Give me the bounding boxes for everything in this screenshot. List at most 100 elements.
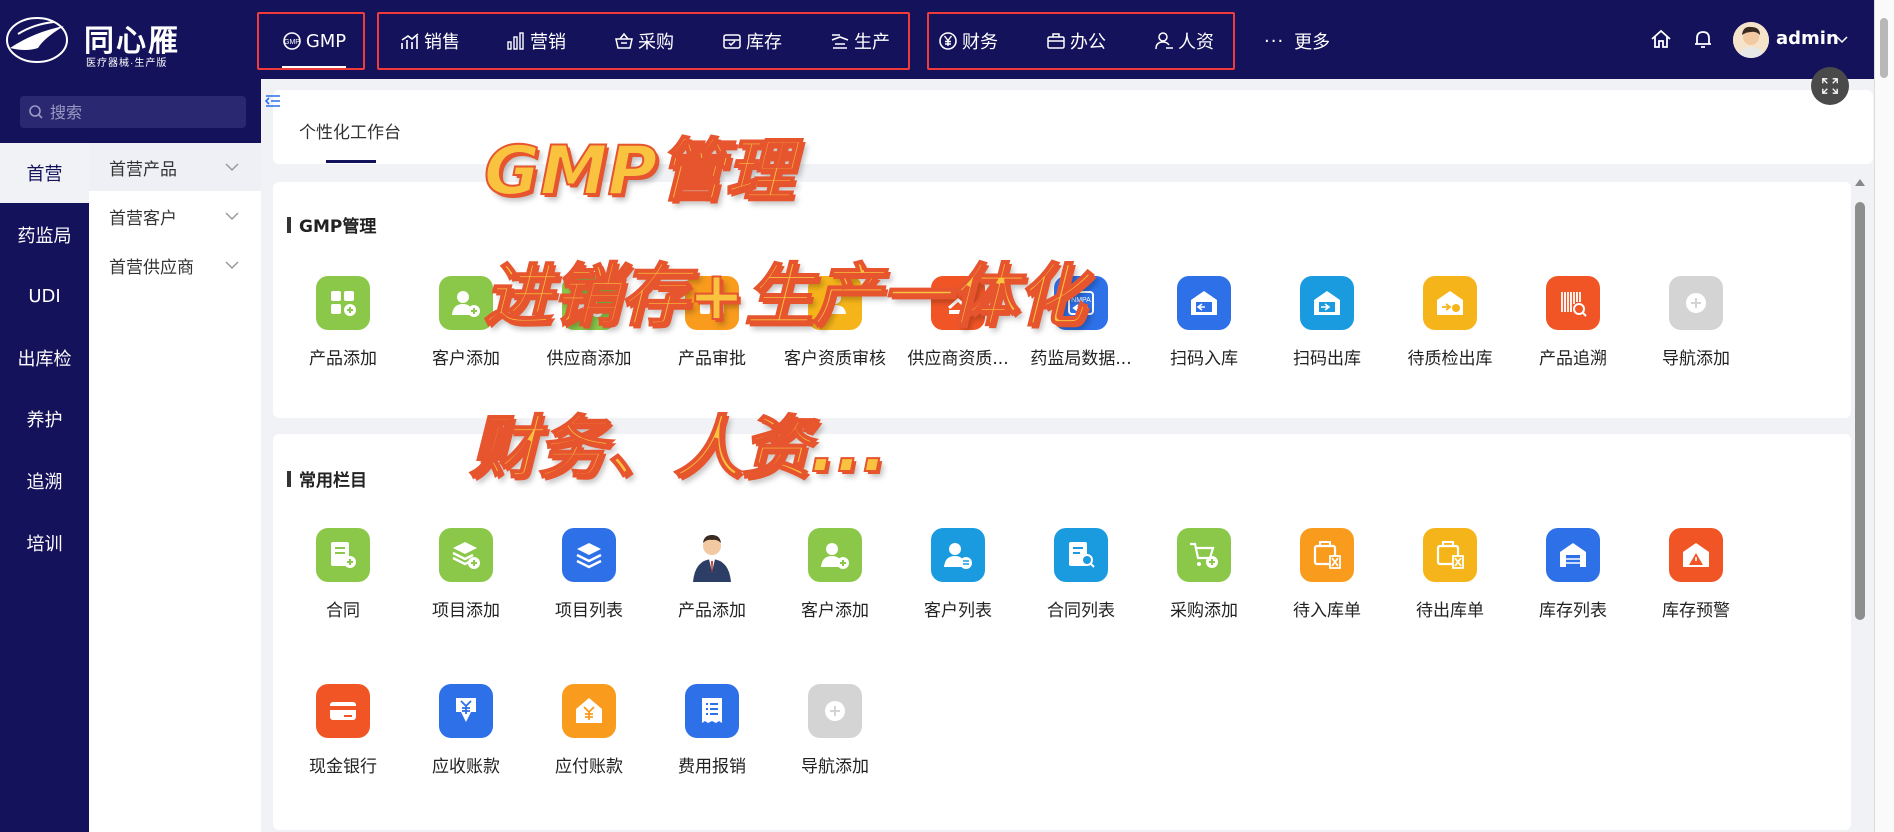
tile-accounts-receivable[interactable]: 应收账款 xyxy=(404,684,528,794)
topnav-label: 办公 xyxy=(1070,32,1106,53)
leftnav-item-outbound-check[interactable]: 出库检 xyxy=(0,328,89,388)
tile-nav-add[interactable]: 导航添加 xyxy=(1634,276,1758,386)
warehouse-icon xyxy=(1560,543,1586,567)
leftnav-item-first-camp[interactable]: 首营 xyxy=(0,143,89,203)
topnav-label: 财务 xyxy=(962,32,998,53)
ellipsis-icon: ··· xyxy=(1264,30,1285,52)
tile-pending-inbound[interactable]: 待入库单 xyxy=(1265,528,1389,638)
contract-icon xyxy=(331,542,356,568)
tile-accounts-payable[interactable]: 应付账款 xyxy=(527,684,651,794)
topnav-production[interactable]: 生产 xyxy=(830,20,890,62)
subnav-item-first-customer[interactable]: 首营客户 xyxy=(89,192,261,240)
topnav-label: 生产 xyxy=(854,32,890,53)
page-scroll-thumb[interactable] xyxy=(1880,18,1888,78)
subnav-item-first-supplier[interactable]: 首营供应商 xyxy=(89,241,261,289)
layers-add-icon xyxy=(452,542,480,569)
collapse-sidebar-icon[interactable] xyxy=(265,94,281,108)
tile-cash-bank[interactable]: 现金银行 xyxy=(281,684,405,794)
topnav-purchase[interactable]: 采购 xyxy=(614,20,674,62)
tile-pending-outbound[interactable]: 待出库单 xyxy=(1388,528,1512,638)
app-logo[interactable]: 同心雁 医疗器械·生产版 xyxy=(0,6,200,74)
customer-add-icon xyxy=(821,543,849,569)
warehouse-alert-icon xyxy=(1683,543,1709,567)
customer-list-icon xyxy=(944,543,972,569)
subnav-item-first-product[interactable]: 首营产品 xyxy=(89,143,261,191)
topnav-marketing[interactable]: 营销 xyxy=(506,20,566,62)
basket-icon xyxy=(615,32,633,49)
logo-subtitle: 医疗器械·生产版 xyxy=(86,58,168,69)
tile-expense-reimbursement[interactable]: 费用报销 xyxy=(650,684,774,794)
chevron-down-icon xyxy=(225,261,239,270)
common-section-card: 常用栏目 合同 项目添加 项目列表 产品添加 客户添加 客户列表 合同列表 采购… xyxy=(273,434,1851,830)
tile-nav-add-2[interactable]: 导航添加 xyxy=(773,684,897,794)
tile-contract[interactable]: 合同 xyxy=(281,528,405,638)
tile-purchase-add[interactable]: 采购添加 xyxy=(1142,528,1266,638)
tile-scan-outbound[interactable]: 扫码出库 xyxy=(1265,276,1389,386)
home-icon[interactable] xyxy=(1649,27,1673,51)
tile-scan-inbound[interactable]: 扫码入库 xyxy=(1142,276,1266,386)
scan-outbound-icon xyxy=(1314,291,1340,315)
hourglass-box-icon xyxy=(1313,541,1341,569)
document-search-icon xyxy=(1069,542,1095,568)
page-scrollbar[interactable] xyxy=(1874,0,1894,832)
barcode-search-icon xyxy=(1561,292,1587,317)
svg-text:GMP: GMP xyxy=(284,39,300,46)
chevron-down-icon xyxy=(225,163,239,172)
tile-contract-list[interactable]: 合同列表 xyxy=(1019,528,1143,638)
username[interactable]: admin xyxy=(1776,28,1839,49)
search-box[interactable] xyxy=(20,96,246,128)
active-tab-indicator xyxy=(326,160,376,163)
leftnav-item-fda[interactable]: 药监局 xyxy=(0,205,89,265)
leftnav-item-training[interactable]: 培训 xyxy=(0,513,89,573)
yuan-download-icon xyxy=(456,698,476,722)
tile-inventory-list[interactable]: 库存列表 xyxy=(1511,528,1635,638)
tile-project-add[interactable]: 项目添加 xyxy=(404,528,528,638)
subnav-label: 首营供应商 xyxy=(109,257,194,278)
tile-product-add[interactable]: 产品添加 xyxy=(281,276,405,386)
tab-personal-workbench[interactable]: 个性化工作台 xyxy=(299,118,401,143)
bell-icon[interactable] xyxy=(1691,27,1715,51)
chevron-down-icon[interactable] xyxy=(1836,36,1848,44)
leftnav-item-maintenance[interactable]: 养护 xyxy=(0,389,89,449)
qc-outbound-icon xyxy=(1437,291,1463,315)
content-scroll-thumb[interactable] xyxy=(1855,202,1865,620)
topnav-sales[interactable]: 销售 xyxy=(400,20,460,62)
tile-product-add-2[interactable]: 产品添加 xyxy=(650,528,774,638)
tile-project-list[interactable]: 项目列表 xyxy=(527,528,651,638)
search-input[interactable] xyxy=(50,102,240,122)
user-avatar-icon xyxy=(1733,22,1769,58)
tile-customer-add-2[interactable]: 客户添加 xyxy=(773,528,897,638)
yuan-circle-icon xyxy=(939,32,957,50)
goose-logo-icon xyxy=(6,17,68,63)
topnav-label: 采购 xyxy=(638,32,674,53)
subnav-label: 首营客户 xyxy=(109,208,177,229)
section-title: GMP管理 xyxy=(287,212,376,237)
gmp-icon: GMP xyxy=(283,32,301,50)
chart-line-icon xyxy=(401,33,419,49)
tile-product-trace[interactable]: 产品追溯 xyxy=(1511,276,1635,386)
topnav-finance[interactable]: 财务 xyxy=(938,20,998,62)
hourglass-box-icon xyxy=(1436,541,1464,569)
topnav-office[interactable]: 办公 xyxy=(1046,20,1106,62)
cart-add-icon xyxy=(1190,542,1218,568)
scan-inbound-icon xyxy=(1191,291,1217,315)
tile-customer-list[interactable]: 客户列表 xyxy=(896,528,1020,638)
topnav-hr[interactable]: 人资 xyxy=(1154,20,1214,62)
leftnav-item-udi[interactable]: UDI xyxy=(0,266,89,326)
avatar[interactable] xyxy=(1733,22,1769,58)
user-icon xyxy=(1155,32,1173,50)
tile-inventory-alert[interactable]: 库存预警 xyxy=(1634,528,1758,638)
leftnav-item-traceability[interactable]: 追溯 xyxy=(0,451,89,511)
topnav-label: 库存 xyxy=(746,32,782,53)
chevron-down-icon xyxy=(225,212,239,221)
scroll-up-icon[interactable] xyxy=(1854,176,1866,188)
tile-pending-qc-outbound[interactable]: 待质检出库 xyxy=(1388,276,1512,386)
fullscreen-icon xyxy=(1822,78,1838,94)
customer-add-icon xyxy=(452,291,480,317)
fullscreen-button[interactable] xyxy=(1811,67,1849,105)
topnav-more[interactable]: ··· 更多 xyxy=(1264,20,1330,62)
product-add-icon xyxy=(331,291,356,316)
topnav-inventory[interactable]: 库存 xyxy=(722,20,782,62)
topnav-gmp[interactable]: GMP GMP xyxy=(266,20,362,68)
topnav-label: 营销 xyxy=(530,32,566,53)
